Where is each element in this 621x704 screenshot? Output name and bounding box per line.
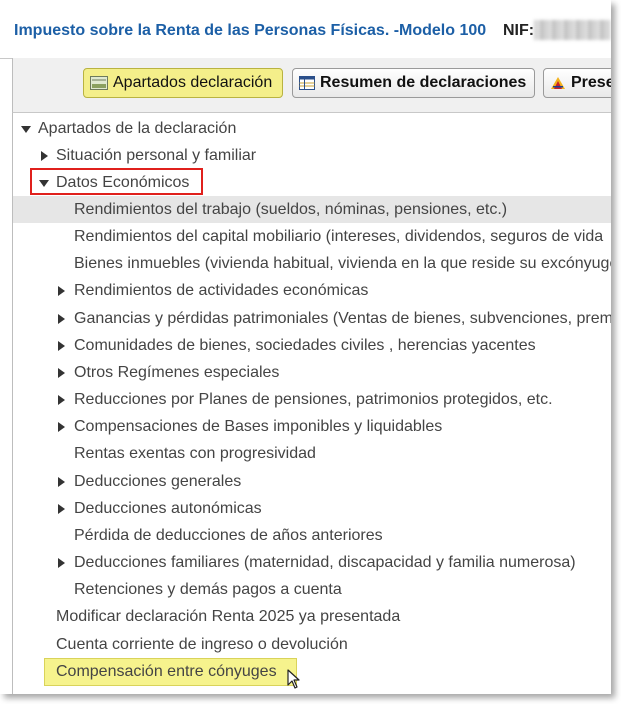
tree-item-label: Cuenta corriente de ingreso o devolución [56, 636, 348, 653]
resumen-declaraciones-button[interactable]: Resumen de declaraciones [292, 68, 535, 98]
tree-item-label: Pérdida de deducciones de años anteriore… [74, 527, 383, 544]
tree-item-label: Compensación entre cónyuges [56, 663, 277, 680]
tree-item-label: Modificar declaración Renta 2025 ya pres… [56, 608, 401, 625]
tree-item-capital-mobiliario[interactable]: Rendimientos del capital mobiliario (int… [13, 223, 611, 250]
presentar-label: Prese [571, 74, 611, 91]
nif-label: NIF: [503, 22, 535, 39]
triangle-right-icon[interactable] [58, 477, 65, 487]
tree-item-label: Retenciones y demás pagos a cuenta [74, 581, 342, 598]
tree-item-label: Rendimientos del trabajo (sueldos, nómin… [74, 201, 508, 218]
tree-item-actividades-economicas[interactable]: Rendimientos de actividades económicas [13, 277, 611, 304]
datos-economicos-annotation-box [30, 168, 203, 195]
tree-item-label: Ganancias y pérdidas patrimoniales (Vent… [74, 310, 611, 327]
apartados-declaracion-label: Apartados declaración [113, 74, 273, 91]
tree-item-label: Bienes inmuebles (vivienda habitual, viv… [74, 255, 611, 272]
tree-item-label: Deducciones generales [74, 473, 242, 490]
triangle-right-icon[interactable] [58, 422, 65, 432]
resumen-declaraciones-label: Resumen de declaraciones [320, 74, 527, 91]
tree-item-cuenta-corriente[interactable]: Cuenta corriente de ingreso o devolución [13, 631, 611, 658]
tree-item-situacion-personal[interactable]: Situación personal y familiar [13, 142, 611, 169]
app-title: Impuesto sobre la Renta de las Personas … [14, 22, 487, 39]
tree-item-perdida-deducciones[interactable]: Pérdida de deducciones de años anteriore… [13, 522, 611, 549]
triangle-right-icon[interactable] [58, 504, 65, 514]
triangle-right-icon[interactable] [58, 341, 65, 351]
tree-item-label: Deducciones familiares (maternidad, disc… [74, 554, 576, 571]
presentar-declaracion-button[interactable]: Prese [543, 68, 611, 98]
triangle-right-icon[interactable] [58, 395, 65, 405]
tree-item-label: Reducciones por Planes de pensiones, pat… [74, 391, 553, 408]
tree-item-bienes-inmuebles[interactable]: Bienes inmuebles (vivienda habitual, viv… [13, 250, 611, 277]
tree-item-label: Comunidades de bienes, sociedades civile… [74, 337, 536, 354]
tree-item-comunidades-bienes[interactable]: Comunidades de bienes, sociedades civile… [13, 332, 611, 359]
tree-item-label: Rentas exentas con progresividad [74, 445, 316, 462]
tree-item-label: Situación personal y familiar [56, 147, 257, 164]
triangle-right-icon[interactable] [58, 286, 65, 296]
triangle-right-icon[interactable] [41, 151, 48, 161]
tree-item-label: Compensaciones de Bases imponibles y liq… [74, 418, 443, 435]
tree-item-ganancias-perdidas[interactable]: Ganancias y pérdidas patrimoniales (Vent… [13, 305, 611, 332]
mouse-pointer-icon [287, 669, 301, 694]
tree-item-compensaciones-bases[interactable]: Compensaciones de Bases imponibles y liq… [13, 413, 611, 440]
form-icon [90, 76, 108, 90]
apartados-declaracion-button[interactable]: Apartados declaración [83, 68, 283, 98]
tree-item-rentas-exentas[interactable]: Rentas exentas con progresividad [13, 440, 611, 467]
triangle-right-icon[interactable] [58, 368, 65, 378]
tree-item-otros-regimenes[interactable]: Otros Regímenes especiales [13, 359, 611, 386]
table-icon [299, 76, 315, 90]
tree-item-deducciones-autonomicas[interactable]: Deducciones autonómicas [13, 495, 611, 522]
tree-item-deducciones-familiares[interactable]: Deducciones familiares (maternidad, disc… [13, 549, 611, 576]
nif-value-redacted [534, 20, 611, 40]
tree-item-label: Otros Regímenes especiales [74, 364, 280, 381]
triangle-right-icon[interactable] [58, 314, 65, 324]
aeat-logo-icon [550, 76, 566, 90]
tree-item-reducciones-planes[interactable]: Reducciones por Planes de pensiones, pat… [13, 386, 611, 413]
toolbar: Apartados declaración Resumen de declara… [12, 58, 611, 113]
triangle-down-icon[interactable] [21, 126, 31, 133]
tree-item-apartados-root[interactable]: Apartados de la declaración [13, 115, 611, 142]
tree-item-label: Rendimientos del capital mobiliario (int… [74, 228, 604, 245]
tree-item-deducciones-generales[interactable]: Deducciones generales [13, 468, 611, 495]
tree-item-rendimientos-trabajo[interactable]: Rendimientos del trabajo (sueldos, nómin… [13, 196, 611, 223]
tree-item-label: Deducciones autonómicas [74, 500, 262, 517]
tree-item-compensacion-conyuges[interactable]: Compensación entre cónyuges [13, 658, 611, 685]
app-window: Impuesto sobre la Renta de las Personas … [0, 0, 611, 694]
tree-item-modificar-declaracion[interactable]: Modificar declaración Renta 2025 ya pres… [13, 603, 611, 630]
title-bar: Impuesto sobre la Renta de las Personas … [0, 0, 611, 59]
tree-item-label: Rendimientos de actividades económicas [74, 282, 369, 299]
triangle-right-icon[interactable] [58, 558, 65, 568]
tree-item-label: Apartados de la declaración [38, 120, 237, 137]
tree-item-retenciones[interactable]: Retenciones y demás pagos a cuenta [13, 576, 611, 603]
sections-tree: Apartados de la declaración Situación pe… [12, 113, 611, 694]
